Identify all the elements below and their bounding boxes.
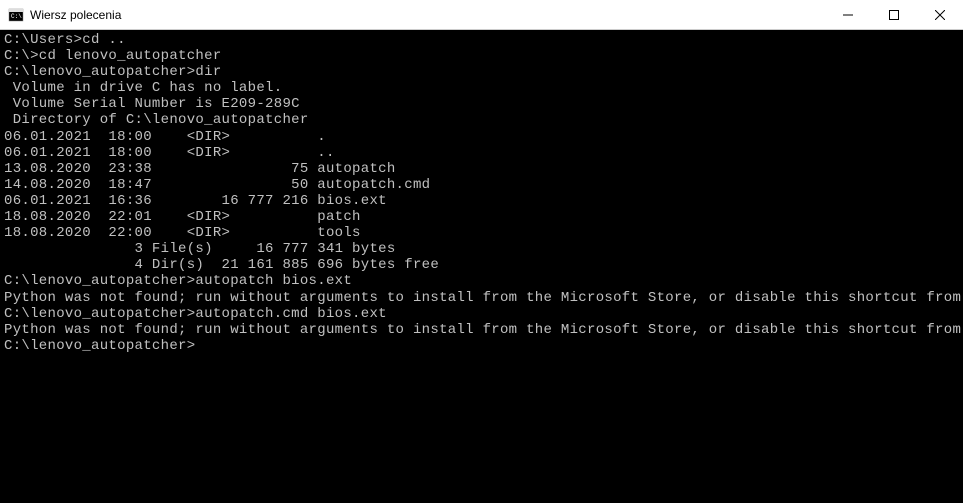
terminal-line: Python was not found; run without argume… [4, 290, 959, 306]
maximize-button[interactable] [871, 0, 917, 29]
close-button[interactable] [917, 0, 963, 29]
minimize-button[interactable] [825, 0, 871, 29]
terminal-line: C:\lenovo_autopatcher>dir [4, 64, 959, 80]
terminal-line: Python was not found; run without argume… [4, 322, 959, 338]
terminal-line: 14.08.2020 18:47 50 autopatch.cmd [4, 177, 959, 193]
terminal-line: 4 Dir(s) 21 161 885 696 bytes free [4, 257, 959, 273]
terminal-line: Volume in drive C has no label. [4, 80, 959, 96]
terminal-line: 13.08.2020 23:38 75 autopatch [4, 161, 959, 177]
terminal-line: C:\Users>cd .. [4, 32, 959, 48]
terminal-output[interactable]: C:\Users>cd ..C:\>cd lenovo_autopatcherC… [0, 30, 963, 356]
terminal-line: C:\lenovo_autopatcher>autopatch.cmd bios… [4, 306, 959, 322]
window-controls [825, 0, 963, 29]
terminal-line: C:\>cd lenovo_autopatcher [4, 48, 959, 64]
terminal-line: 06.01.2021 16:36 16 777 216 bios.ext [4, 193, 959, 209]
terminal-line: 06.01.2021 18:00 <DIR> . [4, 129, 959, 145]
terminal-line: 18.08.2020 22:00 <DIR> tools [4, 225, 959, 241]
titlebar-left: C:\ Wiersz polecenia [0, 7, 121, 23]
window-title: Wiersz polecenia [30, 8, 121, 22]
terminal-line: 06.01.2021 18:00 <DIR> .. [4, 145, 959, 161]
terminal-line: Directory of C:\lenovo_autopatcher [4, 112, 959, 128]
terminal-line: C:\lenovo_autopatcher> [4, 338, 195, 354]
cmd-icon: C:\ [8, 7, 24, 23]
terminal-line: 3 File(s) 16 777 341 bytes [4, 241, 959, 257]
terminal-line: 18.08.2020 22:01 <DIR> patch [4, 209, 959, 225]
titlebar: C:\ Wiersz polecenia [0, 0, 963, 30]
svg-text:C:\: C:\ [11, 13, 22, 20]
terminal-line: C:\lenovo_autopatcher>autopatch bios.ext [4, 273, 959, 289]
terminal-line: Volume Serial Number is E209-289C [4, 96, 959, 112]
